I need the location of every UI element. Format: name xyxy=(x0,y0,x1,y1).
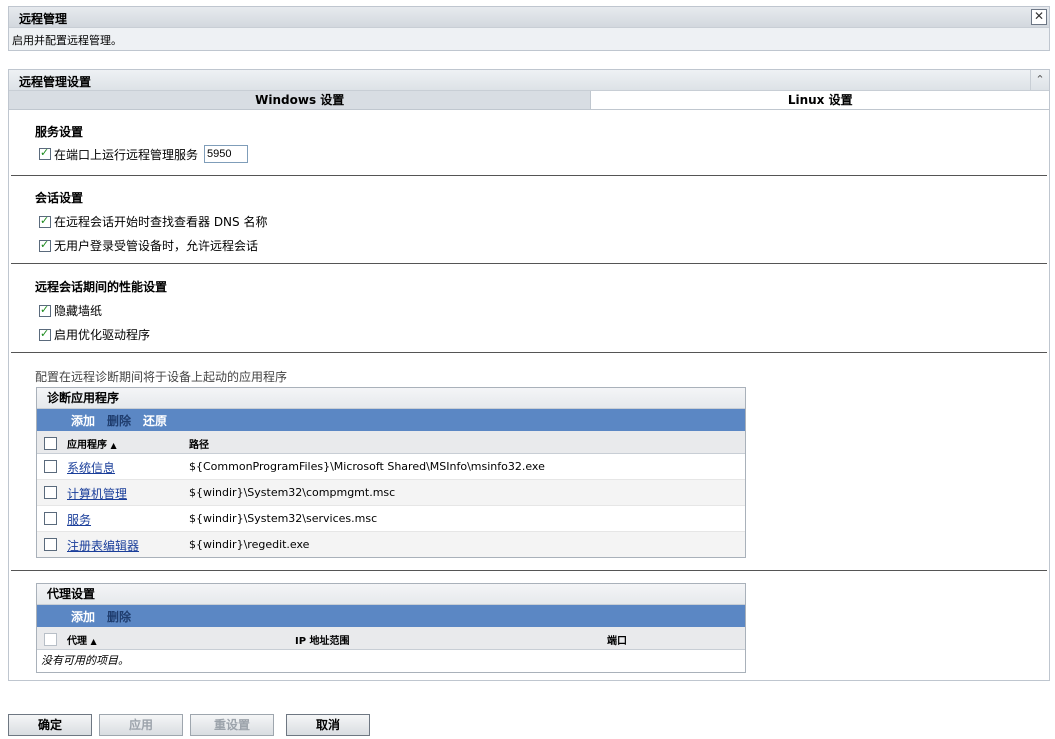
app-path: ${CommonProgramFiles}\Microsoft Shared\M… xyxy=(189,460,545,473)
delete-app-button[interactable]: 删除 xyxy=(107,412,131,429)
dns-lookup-label: 在远程会话开始时查找查看器 DNS 名称 xyxy=(54,215,268,229)
table-row: 服务 ${windir}\System32\services.msc xyxy=(37,506,745,532)
row-checkbox[interactable] xyxy=(44,512,57,525)
allow-no-user-label: 无用户登录受管设备时，允许远程会话 xyxy=(54,239,259,253)
column-app-label: 应用程序 xyxy=(67,440,107,451)
table-row: 计算机管理 ${windir}\System32\compmgmt.msc xyxy=(37,480,745,506)
sort-ascending-icon: ▲ xyxy=(90,637,97,646)
banner-description: 启用并配置远程管理。 xyxy=(12,34,122,47)
optimized-driver-label: 启用优化驱动程序 xyxy=(54,328,151,342)
column-ip-range: IP 地址范围 xyxy=(295,636,350,647)
select-all-checkbox[interactable] xyxy=(44,437,57,450)
cancel-button[interactable]: 取消 xyxy=(286,714,370,736)
table-row: 注册表编辑器 ${windir}\regedit.exe xyxy=(37,532,745,557)
column-proxy[interactable]: 代理 ▲ xyxy=(67,632,97,647)
table-row: 系统信息 ${CommonProgramFiles}\Microsoft Sha… xyxy=(37,454,745,480)
hide-wallpaper-checkbox[interactable] xyxy=(39,303,51,317)
ok-button[interactable]: 确定 xyxy=(8,714,92,736)
close-icon[interactable]: ✕ xyxy=(1031,9,1047,25)
performance-option-row: 隐藏墙纸 xyxy=(39,302,102,319)
app-path: ${windir}\System32\services.msc xyxy=(189,512,378,525)
app-link[interactable]: 服务 xyxy=(67,511,91,528)
restore-app-button[interactable]: 还原 xyxy=(143,412,167,429)
performance-option-row: 启用优化驱动程序 xyxy=(39,326,150,343)
tab-windows[interactable]: Windows 设置 xyxy=(9,91,591,110)
apply-button[interactable]: 应用 xyxy=(99,714,183,736)
proxy-column-header: 代理 ▲ IP 地址范围 端口 xyxy=(37,627,745,650)
proxy-grid: 代理设置 添加 删除 代理 ▲ IP 地址范围 端口 没有可用的项目。 xyxy=(36,583,746,673)
run-on-port-label: 在端口上运行远程管理服务 xyxy=(54,147,199,162)
app-path: ${windir}\System32\compmgmt.msc xyxy=(189,486,396,499)
allow-no-user-checkbox[interactable] xyxy=(39,238,51,252)
port-input[interactable] xyxy=(204,145,249,163)
proxy-toolbar: 添加 删除 xyxy=(37,605,745,627)
row-checkbox[interactable] xyxy=(44,460,57,473)
optimized-driver-checkbox[interactable] xyxy=(39,327,51,341)
divider xyxy=(11,352,1047,353)
sort-ascending-icon: ▲ xyxy=(110,441,117,450)
divider xyxy=(11,175,1047,176)
session-section-title: 会话设置 xyxy=(35,191,84,205)
diagnostics-toolbar: 添加 删除 还原 xyxy=(37,409,745,431)
diagnostics-grid: 诊断应用程序 添加 删除 还原 应用程序 ▲ 路径 系统信息 ${CommonP… xyxy=(36,387,746,558)
app-link[interactable]: 注册表编辑器 xyxy=(67,537,139,554)
column-path: 路径 xyxy=(189,440,209,451)
panel-title: 远程管理设置 xyxy=(19,75,92,89)
banner-title: 远程管理 xyxy=(19,12,68,26)
add-app-button[interactable]: 添加 xyxy=(71,412,95,429)
app-link[interactable]: 计算机管理 xyxy=(67,485,127,502)
proxy-grid-title: 代理设置 xyxy=(37,584,745,605)
divider xyxy=(11,570,1047,571)
delete-proxy-button[interactable]: 删除 xyxy=(107,608,131,625)
performance-section-title: 远程会话期间的性能设置 xyxy=(35,280,168,294)
service-section-title: 服务设置 xyxy=(35,125,84,139)
divider xyxy=(11,263,1047,264)
row-checkbox[interactable] xyxy=(44,538,57,551)
diagnostics-note: 配置在远程诊断期间将于设备上起动的应用程序 xyxy=(35,370,288,384)
app-link[interactable]: 系统信息 xyxy=(67,459,115,476)
run-on-port-row: 在端口上运行远程管理服务 xyxy=(39,145,249,163)
dns-lookup-checkbox[interactable] xyxy=(39,214,51,228)
info-banner: 远程管理 ✕ 启用并配置远程管理。 xyxy=(8,6,1050,51)
session-option-row: 无用户登录受管设备时，允许远程会话 xyxy=(39,237,258,254)
hide-wallpaper-label: 隐藏墙纸 xyxy=(54,304,103,318)
remote-management-panel: 远程管理设置 ⌃ Windows 设置 Linux 设置 服务设置 在端口上运行… xyxy=(8,69,1050,681)
reset-button[interactable]: 重设置 xyxy=(190,714,274,736)
banner-header: 远程管理 ✕ xyxy=(9,7,1049,28)
diagnostics-column-header: 应用程序 ▲ 路径 xyxy=(37,431,745,454)
os-tabs: Windows 设置 Linux 设置 xyxy=(9,91,1049,110)
column-app[interactable]: 应用程序 ▲ xyxy=(67,436,117,451)
diagnostics-grid-title: 诊断应用程序 xyxy=(37,388,745,409)
run-on-port-checkbox[interactable] xyxy=(39,146,51,160)
add-proxy-button[interactable]: 添加 xyxy=(71,608,95,625)
empty-message: 没有可用的项目。 xyxy=(41,654,129,667)
app-path: ${windir}\regedit.exe xyxy=(189,538,310,551)
select-all-checkbox[interactable] xyxy=(44,633,57,646)
row-checkbox[interactable] xyxy=(44,486,57,499)
column-port: 端口 xyxy=(607,636,627,647)
session-option-row: 在远程会话开始时查找查看器 DNS 名称 xyxy=(39,213,267,230)
collapse-icon[interactable]: ⌃ xyxy=(1030,70,1049,90)
column-proxy-label: 代理 xyxy=(67,636,87,647)
panel-header: 远程管理设置 ⌃ xyxy=(9,70,1049,91)
tab-linux[interactable]: Linux 设置 xyxy=(590,91,1049,110)
